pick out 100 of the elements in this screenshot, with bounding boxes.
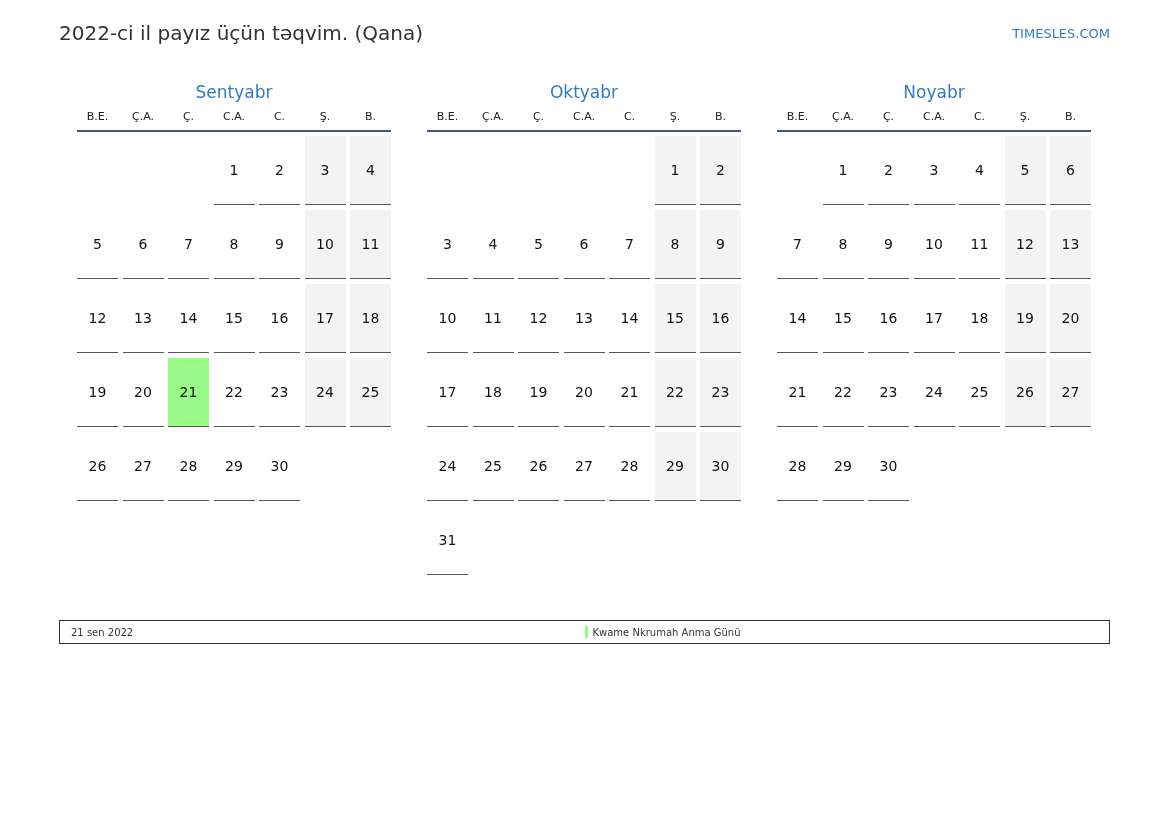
weekday-label: B.E. [85, 110, 110, 123]
day-cell: 19 [518, 358, 559, 427]
day-cell: 15 [213, 284, 255, 353]
day-cell: 10 [913, 210, 955, 279]
day-cell: 14 [777, 284, 818, 353]
month-title: Noyabr [902, 81, 966, 104]
day-cell: 2 [868, 136, 909, 205]
day-cell: 1 [213, 136, 255, 205]
weekday-label: Ş. [668, 110, 682, 123]
day-cell: 21 [609, 358, 650, 427]
holiday-date: 21 sen 2022 [71, 626, 135, 638]
weekday-label: Ş. [1018, 110, 1032, 123]
day-cell: 24 [304, 358, 346, 427]
day-cell: 28 [609, 432, 650, 501]
day-cell: 21 [168, 358, 209, 427]
month-title: Oktyabr [548, 81, 620, 104]
day-cell: 18 [350, 284, 391, 353]
day-cell: 28 [777, 432, 818, 501]
day-cell: 8 [213, 210, 255, 279]
day-cell: 27 [122, 432, 164, 501]
weekday-label: Ç. [531, 110, 546, 123]
day-cell: 12 [77, 284, 118, 353]
day-cell: 23 [868, 358, 909, 427]
weekday-label: B.E. [435, 110, 460, 123]
day-cell: 11 [472, 284, 514, 353]
day-cell: 18 [959, 284, 1000, 353]
day-cell: 13 [122, 284, 164, 353]
day-cell: 15 [654, 284, 696, 353]
weekday-label: Ş. [318, 110, 332, 123]
day-cell: 5 [518, 210, 559, 279]
day-cell: 26 [518, 432, 559, 501]
day-cell: 8 [654, 210, 696, 279]
day-cell: 22 [213, 358, 255, 427]
day-cell: 16 [868, 284, 909, 353]
day-cell: 5 [1004, 136, 1046, 205]
day-cell: 6 [1050, 136, 1091, 205]
weekday-label: Ç.A. [831, 110, 855, 123]
day-cell: 6 [563, 210, 605, 279]
weekday-label: Ç.A. [131, 110, 155, 123]
day-cell: 19 [77, 358, 118, 427]
weekday-label: C.A. [572, 110, 596, 123]
day-cell: 11 [350, 210, 391, 279]
day-cell: 14 [168, 284, 209, 353]
day-cell: 20 [1050, 284, 1091, 353]
weekday-label: B.E. [785, 110, 810, 123]
weekday-label: C. [972, 110, 987, 123]
day-cell: 9 [259, 210, 300, 279]
weekday-label: C.A. [222, 110, 246, 123]
day-cell: 30 [259, 432, 300, 501]
day-cell: 3 [304, 136, 346, 205]
day-cell: 4 [472, 210, 514, 279]
weekday-label: C. [622, 110, 637, 123]
day-cell: 30 [700, 432, 741, 501]
day-cell: 4 [350, 136, 391, 205]
day-cell: 7 [609, 210, 650, 279]
page-title: 2022-ci il payız üçün təqvim. (Qana) [59, 21, 424, 45]
weekday-label: B. [363, 110, 377, 123]
day-cell: 20 [122, 358, 164, 427]
day-cell: 24 [913, 358, 955, 427]
site-link[interactable]: TIMESLES.COM [1012, 25, 1110, 41]
day-cell: 7 [168, 210, 209, 279]
day-cell: 3 [427, 210, 468, 279]
day-cell: 17 [304, 284, 346, 353]
day-cell: 15 [822, 284, 864, 353]
day-cell: 16 [259, 284, 300, 353]
day-cell: 17 [913, 284, 955, 353]
day-cell: 1 [654, 136, 696, 205]
day-cell: 24 [427, 432, 468, 501]
weekday-label: C. [272, 110, 287, 123]
day-cell: 16 [700, 284, 741, 353]
day-cell: 23 [700, 358, 741, 427]
day-cell: 11 [959, 210, 1000, 279]
day-cell: 4 [959, 136, 1000, 205]
day-cell: 27 [563, 432, 605, 501]
day-cell: 20 [563, 358, 605, 427]
weekday-label: B. [713, 110, 727, 123]
weekday-label: B. [1063, 110, 1077, 123]
day-cell: 29 [654, 432, 696, 501]
day-cell: 14 [609, 284, 650, 353]
day-cell: 22 [822, 358, 864, 427]
day-cell: 26 [1004, 358, 1046, 427]
day-cell: 6 [122, 210, 164, 279]
day-cell: 9 [868, 210, 909, 279]
day-cell: 13 [1050, 210, 1091, 279]
day-cell: 12 [1004, 210, 1046, 279]
weekday-label: Ç. [881, 110, 896, 123]
day-cell: 21 [777, 358, 818, 427]
day-cell: 2 [700, 136, 741, 205]
day-cell: 18 [472, 358, 514, 427]
day-cell: 31 [427, 506, 468, 575]
day-cell: 7 [777, 210, 818, 279]
day-cell: 13 [563, 284, 605, 353]
day-cell: 29 [213, 432, 255, 501]
day-cell: 25 [472, 432, 514, 501]
holiday-name: Kwame Nkrumah Anma Günü [592, 626, 742, 638]
day-cell: 30 [868, 432, 909, 501]
day-cell: 19 [1004, 284, 1046, 353]
day-cell: 25 [350, 358, 391, 427]
day-cell: 12 [518, 284, 559, 353]
day-cell: 10 [304, 210, 346, 279]
